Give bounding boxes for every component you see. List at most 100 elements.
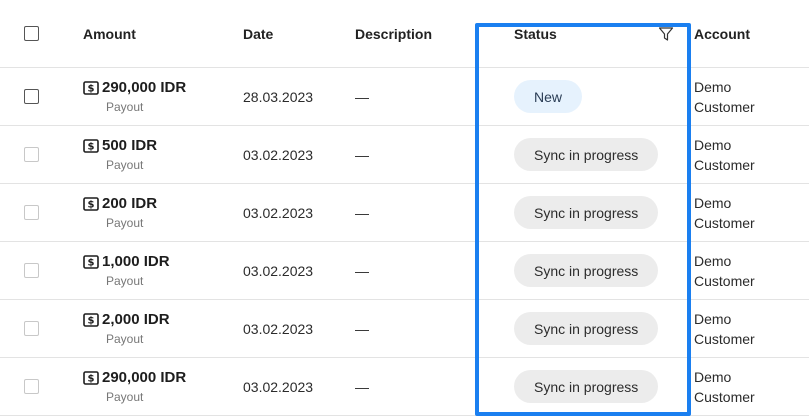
description-value: —: [355, 262, 369, 279]
description-cell: —: [355, 184, 465, 241]
amount-type: Payout: [106, 332, 144, 346]
row-checkbox-cell: [24, 126, 42, 183]
money-icon: $: [83, 197, 99, 211]
amount-type: Payout: [106, 274, 144, 288]
money-icon: $: [83, 371, 99, 385]
status-badge: Sync in progress: [514, 138, 659, 171]
status-cell: Sync in progress: [478, 358, 688, 415]
amount-cell: $ 1,000 IDR Payout: [83, 242, 233, 299]
account-value: Demo Customer: [694, 136, 755, 173]
amount-wrap: $ 500 IDR Payout: [83, 137, 157, 172]
select-all-checkbox[interactable]: [24, 26, 39, 41]
money-icon: $: [83, 313, 99, 327]
amount-type: Payout: [106, 158, 144, 172]
amount-value: 290,000 IDR: [102, 79, 187, 96]
status-badge: Sync in progress: [514, 254, 659, 287]
amount-main: $ 290,000 IDR: [83, 79, 186, 97]
header-date[interactable]: Date: [243, 0, 343, 67]
amount-cell: $ 290,000 IDR Payout: [83, 358, 233, 415]
row-checkbox[interactable]: [24, 263, 39, 278]
svg-text:$: $: [88, 84, 95, 95]
account-value: Demo Customer: [694, 310, 755, 347]
table-row[interactable]: $ 500 IDR Payout 03.02.2023 — Sync in pr…: [0, 126, 809, 184]
amount-value: 290,000 IDR: [102, 369, 187, 386]
account-cell: Demo Customer: [694, 184, 809, 241]
money-icon: $: [83, 81, 99, 95]
amount-main: $ 1,000 IDR: [83, 253, 170, 271]
date-value: 03.02.2023: [243, 262, 314, 279]
date-cell: 03.02.2023: [243, 126, 343, 183]
amount-type: Payout: [106, 390, 144, 404]
amount-wrap: $ 290,000 IDR Payout: [83, 369, 186, 404]
row-checkbox-cell: [24, 68, 42, 125]
amount-main: $ 2,000 IDR: [83, 311, 170, 329]
table-row[interactable]: $ 290,000 IDR Payout 03.02.2023 — Sync i…: [0, 358, 809, 416]
row-checkbox[interactable]: [24, 89, 39, 104]
amount-main: $ 500 IDR: [83, 137, 157, 155]
money-icon: $: [83, 139, 99, 153]
status-badge: Sync in progress: [514, 370, 659, 403]
date-value: 03.02.2023: [243, 320, 314, 337]
amount-wrap: $ 200 IDR Payout: [83, 195, 157, 230]
amount-wrap: $ 1,000 IDR Payout: [83, 253, 170, 288]
status-cell: Sync in progress: [478, 126, 688, 183]
status-badge: New: [514, 80, 583, 113]
account-value: Demo Customer: [694, 78, 755, 115]
header-description[interactable]: Description: [355, 0, 465, 67]
amount-value: 200 IDR: [102, 195, 158, 212]
account-cell: Demo Customer: [694, 242, 809, 299]
table-row[interactable]: $ 2,000 IDR Payout 03.02.2023 — Sync in …: [0, 300, 809, 358]
row-checkbox-cell: [24, 242, 42, 299]
account-cell: Demo Customer: [694, 126, 809, 183]
row-checkbox[interactable]: [24, 205, 39, 220]
date-value: 03.02.2023: [243, 204, 314, 221]
amount-wrap: $ 290,000 IDR Payout: [83, 79, 186, 114]
amount-cell: $ 200 IDR Payout: [83, 184, 233, 241]
table-row[interactable]: $ 290,000 IDR Payout 28.03.2023 — New De…: [0, 68, 809, 126]
table-row[interactable]: $ 1,000 IDR Payout 03.02.2023 — Sync in …: [0, 242, 809, 300]
row-checkbox-cell: [24, 300, 42, 357]
description-value: —: [355, 204, 369, 221]
description-value: —: [355, 146, 369, 163]
status-badge: Sync in progress: [514, 196, 659, 229]
amount-type: Payout: [106, 216, 144, 230]
description-value: —: [355, 378, 369, 395]
amount-value: 2,000 IDR: [102, 311, 170, 328]
amount-main: $ 290,000 IDR: [83, 369, 186, 387]
header-status-label: Status: [514, 25, 557, 42]
row-checkbox[interactable]: [24, 147, 39, 162]
status-cell: Sync in progress: [478, 242, 688, 299]
header-status[interactable]: Status: [514, 0, 674, 67]
amount-value: 500 IDR: [102, 137, 158, 154]
status-cell: New: [478, 68, 688, 125]
account-value: Demo Customer: [694, 252, 755, 289]
table-header: Amount Date Description Status Account: [0, 0, 809, 68]
date-cell: 03.02.2023: [243, 358, 343, 415]
date-cell: 03.02.2023: [243, 300, 343, 357]
account-cell: Demo Customer: [694, 68, 809, 125]
account-value: Demo Customer: [694, 194, 755, 231]
row-checkbox[interactable]: [24, 379, 39, 394]
description-value: —: [355, 320, 369, 337]
row-checkbox-cell: [24, 358, 42, 415]
svg-text:$: $: [88, 142, 95, 153]
description-cell: —: [355, 68, 465, 125]
amount-type: Payout: [106, 100, 144, 114]
description-value: —: [355, 88, 369, 105]
money-icon: $: [83, 255, 99, 269]
account-cell: Demo Customer: [694, 300, 809, 357]
row-checkbox[interactable]: [24, 321, 39, 336]
filter-icon[interactable]: [658, 26, 674, 42]
svg-text:$: $: [88, 258, 95, 269]
date-value: 03.02.2023: [243, 378, 314, 395]
date-cell: 28.03.2023: [243, 68, 343, 125]
row-checkbox-cell: [24, 184, 42, 241]
description-cell: —: [355, 300, 465, 357]
table-body: $ 290,000 IDR Payout 28.03.2023 — New De…: [0, 68, 809, 416]
amount-cell: $ 290,000 IDR Payout: [83, 68, 233, 125]
header-amount[interactable]: Amount: [83, 0, 233, 67]
description-cell: —: [355, 126, 465, 183]
table-row[interactable]: $ 200 IDR Payout 03.02.2023 — Sync in pr…: [0, 184, 809, 242]
header-account[interactable]: Account: [694, 0, 809, 67]
date-cell: 03.02.2023: [243, 242, 343, 299]
